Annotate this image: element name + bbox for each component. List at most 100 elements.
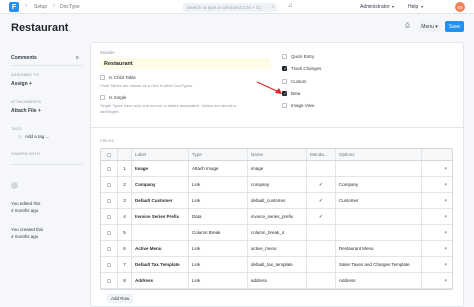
user-menu[interactable]: Administrator — [360, 4, 389, 10]
row-name[interactable]: address — [248, 273, 306, 288]
tags-heading: TAGS — [11, 127, 22, 131]
logo-icon[interactable]: F — [9, 2, 19, 12]
bell-icon[interactable]: ♫ — [288, 3, 293, 9]
add-tag-link[interactable]: Add a tag ... — [25, 134, 49, 139]
row-mandatory[interactable] — [307, 241, 335, 256]
activity-created: You created this — [11, 227, 44, 232]
module-field[interactable]: Restaurant — [100, 58, 271, 69]
row-name[interactable]: column_break_4 — [248, 225, 306, 240]
menu-button[interactable]: Menu ▾ — [419, 21, 440, 32]
row-options[interactable]: Company — [336, 177, 421, 192]
column-header-label: Label — [135, 152, 147, 157]
help-menu[interactable]: Help — [408, 4, 418, 10]
row-mandatory[interactable]: ✓ — [307, 193, 335, 208]
row-index: 4 — [123, 214, 126, 219]
row-label[interactable] — [132, 225, 188, 240]
row-checkbox[interactable] — [107, 230, 111, 235]
select-all-checkbox[interactable] — [107, 152, 111, 157]
breadcrumb-setup[interactable]: Setup — [34, 4, 47, 10]
row-type[interactable]: Link — [189, 177, 247, 192]
table-row[interactable]: 6 Active Menu Link active_menu Restaurant Me… — [101, 241, 452, 257]
sidebar-divider — [11, 65, 83, 66]
table-row[interactable]: 2 Company Link company ✓ Company ▾ — [101, 177, 452, 193]
search-input[interactable]: Search or type a command (Ctrl + G) ⌕ — [183, 3, 277, 12]
chevron-down-icon[interactable]: ▾ — [444, 278, 447, 284]
add-row-button[interactable]: Add Row — [107, 294, 134, 303]
row-mandatory[interactable] — [307, 225, 335, 240]
track-changes-checkbox[interactable] — [282, 66, 287, 72]
row-checkbox[interactable] — [107, 246, 111, 251]
chevron-down-icon[interactable]: ▾ — [444, 198, 447, 204]
row-type[interactable]: Attach Image — [189, 161, 247, 176]
breadcrumb-doctype[interactable]: DocType — [60, 4, 80, 10]
avatar[interactable]: ST — [455, 2, 465, 12]
chevron-down-icon[interactable]: ▾ — [444, 230, 447, 236]
is-single-checkbox[interactable] — [100, 95, 105, 100]
comments-label[interactable]: Comments — [11, 55, 37, 61]
row-mandatory[interactable] — [307, 273, 335, 288]
table-row[interactable]: 7 Default Tax Template Link default_tax_tem… — [101, 257, 452, 273]
quick-entry-checkbox[interactable] — [282, 54, 287, 59]
row-options[interactable] — [336, 161, 421, 176]
row-mandatory[interactable]: ✓ — [307, 177, 335, 192]
row-label[interactable]: Default Tax Template — [132, 257, 188, 272]
table-row[interactable]: 4 Invoice Series Prefix Data invoice_series… — [101, 209, 452, 225]
top-navbar: F › Setup › DocType Search or type a com… — [0, 0, 474, 14]
shared-with-heading: SHARED WITH — [11, 152, 40, 156]
row-label[interactable]: Image — [132, 161, 188, 176]
row-checkbox[interactable] — [107, 214, 111, 219]
chevron-down-icon[interactable]: ▾ — [444, 246, 447, 252]
row-name[interactable]: company — [248, 177, 306, 192]
row-type[interactable]: Link — [189, 193, 247, 208]
chevron-down-icon[interactable]: ▾ — [444, 182, 447, 188]
row-mandatory[interactable] — [307, 161, 335, 176]
row-checkbox[interactable] — [107, 182, 111, 187]
is-child-table-checkbox[interactable] — [100, 75, 105, 80]
row-checkbox[interactable] — [107, 262, 111, 267]
row-checkbox[interactable] — [107, 198, 111, 203]
table-row[interactable]: 3 Default Customer Link default_customer ✓ Cu… — [101, 193, 452, 209]
row-options[interactable]: Address — [336, 273, 421, 288]
row-label[interactable]: Address — [132, 273, 188, 288]
attach-file-link[interactable]: Attach File + — [11, 108, 41, 114]
row-name[interactable]: default_tax_template — [248, 257, 306, 272]
row-options[interactable]: Restaurant Menu — [336, 241, 421, 256]
row-type[interactable]: Data — [189, 209, 247, 224]
table-row[interactable]: 1 Image Attach Image image ▾ — [101, 161, 452, 177]
row-index: 8 — [123, 278, 126, 283]
row-index: 2 — [123, 182, 126, 187]
row-name[interactable]: active_menu — [248, 241, 306, 256]
search-icon: ⌕ — [271, 4, 274, 9]
row-checkbox[interactable] — [107, 166, 111, 171]
row-options[interactable]: Sales Taxes and Charges Template — [336, 257, 421, 272]
check-icon: ✓ — [318, 181, 324, 188]
row-options[interactable] — [336, 209, 421, 224]
printer-icon[interactable]: ⎙ — [405, 23, 410, 30]
quick-entry-label: Quick Entry — [291, 54, 315, 59]
row-name[interactable]: image — [248, 161, 306, 176]
row-type[interactable]: Link — [189, 273, 247, 288]
row-type[interactable]: Column Break — [189, 225, 247, 240]
image-view-checkbox[interactable] — [282, 103, 287, 108]
row-label[interactable]: Invoice Series Prefix — [132, 209, 188, 224]
row-options[interactable]: Customer — [336, 193, 421, 208]
save-button[interactable]: Save — [445, 21, 464, 32]
row-checkbox[interactable] — [107, 278, 111, 283]
table-row[interactable]: 8 Address Link address Address ▾ — [101, 273, 452, 289]
chevron-down-icon[interactable]: ▾ — [444, 214, 447, 220]
row-type[interactable]: Link — [189, 241, 247, 256]
row-label[interactable]: Active Menu — [132, 241, 188, 256]
row-name[interactable]: default_customer — [248, 193, 306, 208]
row-mandatory[interactable]: ✓ — [307, 209, 335, 224]
row-label[interactable]: Company — [132, 177, 188, 192]
row-type[interactable]: Link — [189, 257, 247, 272]
row-options[interactable] — [336, 225, 421, 240]
row-name[interactable]: invoice_series_prefix — [248, 209, 306, 224]
table-row[interactable]: 5 Column Break column_break_4 ▾ — [101, 225, 452, 241]
chevron-down-icon[interactable]: ▾ — [444, 262, 447, 268]
row-label[interactable]: Default Customer — [132, 193, 188, 208]
row-mandatory[interactable] — [307, 257, 335, 272]
attachments-heading: ATTACHMENTS — [11, 100, 42, 104]
assign-link[interactable]: Assign + — [11, 81, 32, 87]
chevron-down-icon[interactable]: ▾ — [444, 166, 447, 172]
